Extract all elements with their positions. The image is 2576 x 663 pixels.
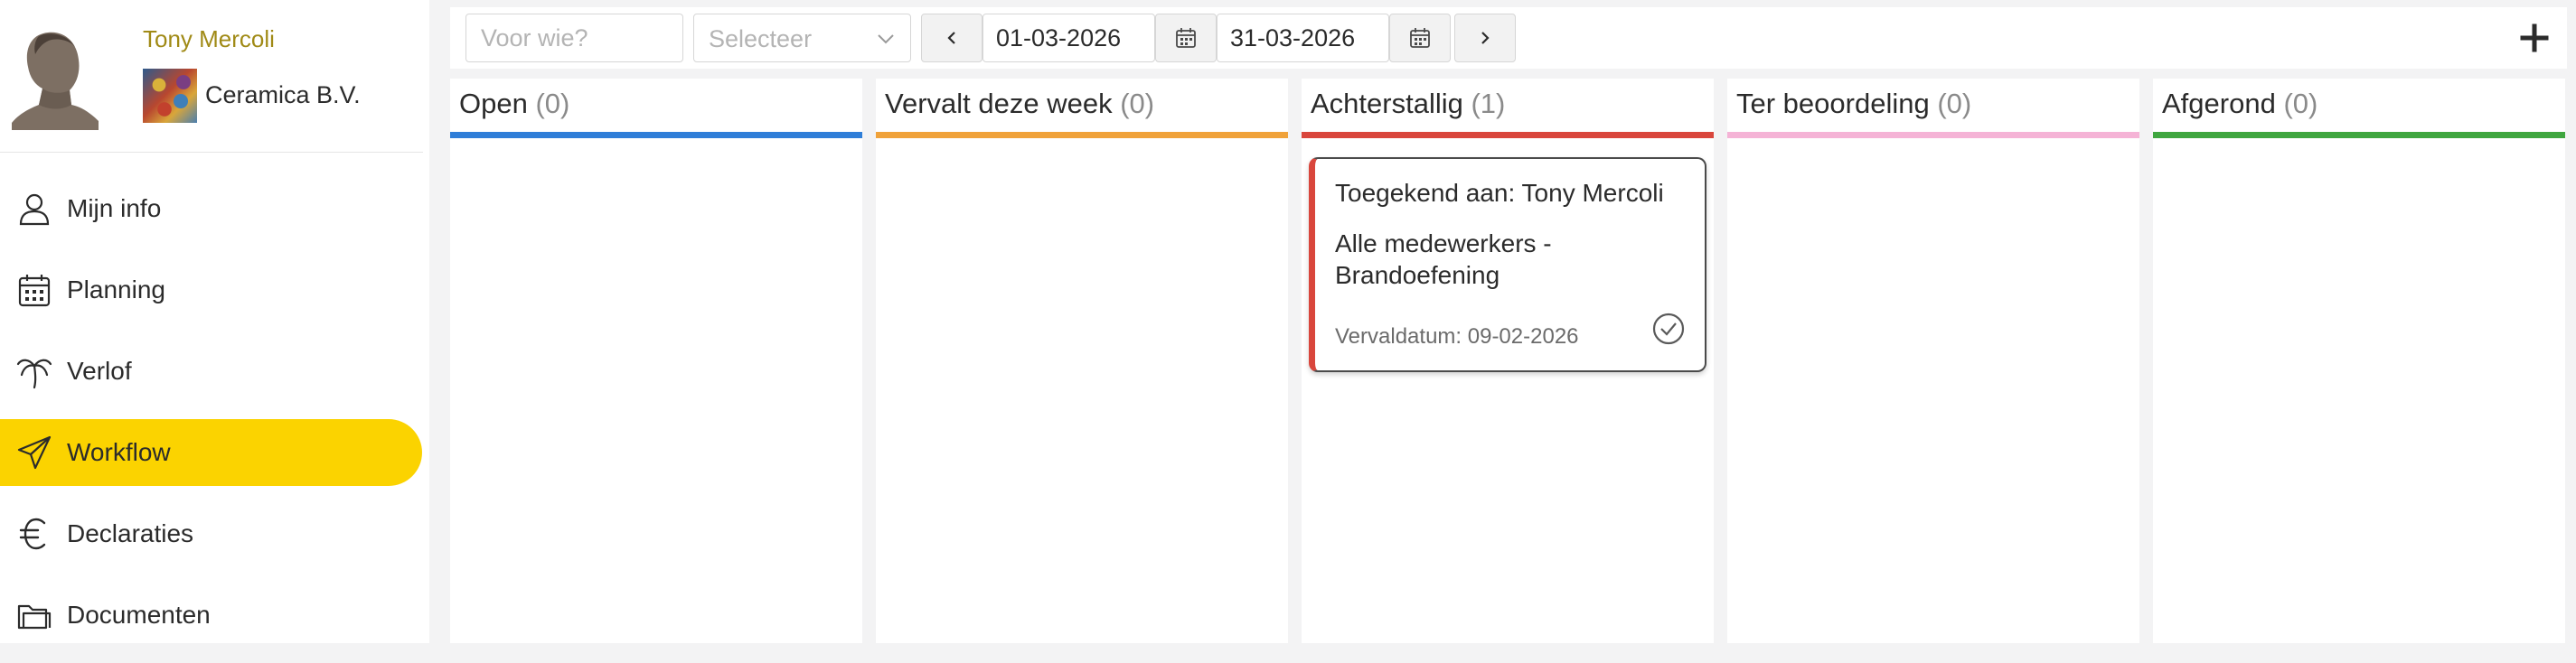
column-color-bar: [2153, 132, 2565, 138]
company-name[interactable]: Ceramica B.V.: [205, 81, 361, 109]
column-color-bar: [876, 132, 1288, 138]
palm-tree-icon: [16, 359, 52, 389]
column-header: Open (0): [459, 88, 569, 120]
column-count: (0): [1937, 88, 1972, 119]
task-card[interactable]: Toegekend aan: Tony Mercoli Alle medewer…: [1309, 157, 1706, 372]
card-assignee: Toegekend aan: Tony Mercoli: [1335, 179, 1664, 207]
column-header: Ter beoordeling (0): [1736, 88, 1971, 120]
filter-toolbar: Selecteer: [450, 7, 2567, 69]
column-title: Vervalt deze week: [885, 88, 1113, 119]
column-ter-beoordeling: Ter beoordeling (0): [1727, 79, 2139, 643]
nav-item-planning[interactable]: Planning: [0, 257, 422, 323]
column-title: Afgerond: [2162, 88, 2276, 119]
status-select[interactable]: Selecteer: [693, 14, 911, 62]
column-color-bar: [1727, 132, 2139, 138]
nav-label-declaraties: Declaraties: [67, 519, 194, 547]
nav-label-verlof: Verlof: [67, 357, 132, 385]
date-to-calendar-button[interactable]: [1389, 14, 1451, 62]
column-count: (1): [1471, 88, 1506, 119]
plus-icon: [2520, 23, 2549, 52]
column-title: Open: [459, 88, 528, 119]
nav-item-mijn-info[interactable]: Mijn info: [0, 175, 422, 242]
prev-period-button[interactable]: [921, 14, 982, 62]
nav-item-workflow[interactable]: Workflow: [0, 419, 422, 486]
column-header: Afgerond (0): [2162, 88, 2317, 120]
nav-label-documenten: Documenten: [67, 601, 211, 629]
user-icon: [19, 193, 50, 226]
column-open: Open (0): [450, 79, 862, 643]
nav-item-verlof[interactable]: Verlof: [0, 338, 422, 405]
column-vervalt-deze-week: Vervalt deze week (0): [876, 79, 1288, 643]
folder-icon: [17, 604, 52, 630]
date-from-input[interactable]: [982, 14, 1155, 62]
chevron-down-icon: [878, 34, 894, 44]
nav-item-documenten[interactable]: Documenten: [0, 582, 422, 649]
select-placeholder: Selecteer: [709, 25, 813, 52]
user-name: Tony Mercoli: [143, 25, 275, 52]
who-input[interactable]: [465, 14, 683, 62]
main-nav: Mijn info Planning Verlof Workflow Decla…: [0, 175, 429, 663]
euro-icon: [19, 518, 46, 550]
nav-label-mijn-info: Mijn info: [67, 194, 162, 222]
chevron-left-icon: [947, 32, 955, 44]
calendar-icon: [1410, 28, 1430, 48]
column-header: Vervalt deze week (0): [885, 88, 1154, 120]
date-to-input[interactable]: [1217, 14, 1389, 62]
check-circle-icon[interactable]: [1650, 311, 1687, 347]
column-count: (0): [1120, 88, 1155, 119]
card-title: Alle medewerkers - Brandoefening: [1335, 229, 1552, 289]
date-from-calendar-button[interactable]: [1155, 14, 1217, 62]
chevron-right-icon: [1481, 32, 1490, 44]
column-afgerond: Afgerond (0): [2153, 79, 2565, 643]
calendar-icon: [18, 275, 51, 307]
calendar-icon: [1176, 28, 1196, 48]
nav-item-declaraties[interactable]: Declaraties: [0, 500, 422, 567]
paper-plane-icon: [17, 435, 52, 470]
column-title: Achterstallig: [1311, 88, 1463, 119]
nav-label-workflow: Workflow: [67, 438, 171, 466]
column-count: (0): [2283, 88, 2318, 119]
next-period-button[interactable]: [1454, 14, 1516, 62]
add-task-button[interactable]: [2511, 14, 2558, 61]
profile-panel: Tony Mercoli Ceramica B.V.: [0, 0, 423, 153]
avatar[interactable]: [12, 23, 99, 130]
column-color-bar: [450, 132, 862, 138]
column-achterstallig: Achterstallig (1) Toegekend aan: Tony Me…: [1302, 79, 1714, 643]
nav-label-planning: Planning: [67, 275, 165, 303]
sidebar: Tony Mercoli Ceramica B.V. Mijn info Pla…: [0, 0, 429, 643]
company-logo: [143, 69, 197, 123]
column-title: Ter beoordeling: [1736, 88, 1930, 119]
column-color-bar: [1302, 132, 1714, 138]
column-header: Achterstallig (1): [1311, 88, 1505, 120]
column-count: (0): [535, 88, 570, 119]
card-due-date: Vervaldatum: 09-02-2026: [1335, 324, 1579, 349]
